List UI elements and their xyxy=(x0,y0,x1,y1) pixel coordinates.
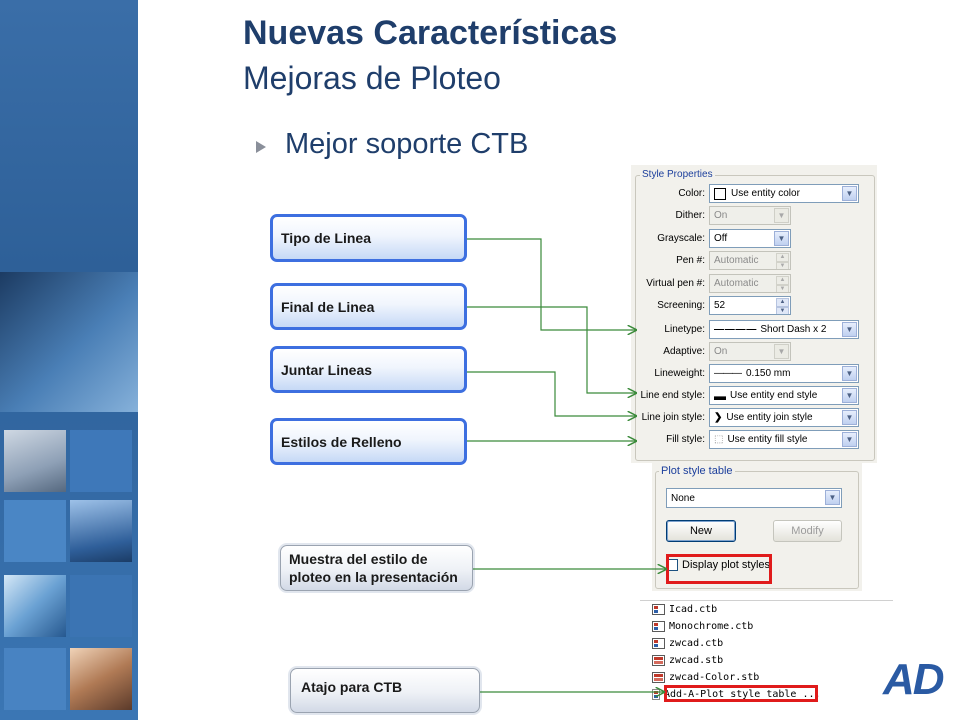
connector-line-end xyxy=(467,306,636,393)
connector-line-join xyxy=(467,371,636,416)
connector-linetype xyxy=(467,238,636,330)
connector-lines xyxy=(467,238,960,720)
